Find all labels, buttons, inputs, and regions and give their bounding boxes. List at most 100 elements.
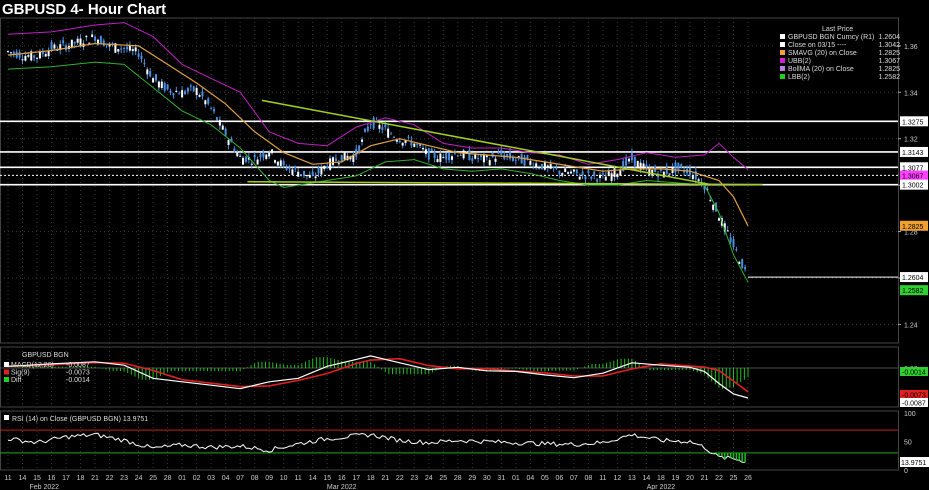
month-label: Feb 2022	[29, 484, 59, 490]
candle-body	[613, 168, 616, 177]
x-tick-label: 10	[280, 475, 288, 482]
candle-body	[227, 140, 230, 145]
candle-body	[395, 139, 398, 142]
candle-body	[215, 117, 218, 120]
legend-header: Last Price	[822, 26, 853, 33]
candle-body	[297, 171, 300, 177]
candle-body	[239, 155, 242, 157]
candle-body	[36, 57, 39, 59]
candle-body	[128, 45, 131, 51]
candle-body	[303, 170, 305, 176]
candle-body	[517, 156, 520, 158]
legend-item-label: SMAVG (20) on Close	[788, 50, 857, 57]
legend-item-value: 1.2604	[879, 34, 901, 41]
candle-body	[152, 78, 155, 83]
candle-body	[53, 44, 56, 49]
candle-body	[471, 158, 474, 161]
candle-body	[204, 100, 207, 105]
candle-body	[273, 160, 276, 163]
candle-body	[448, 153, 451, 161]
candle-body	[546, 165, 549, 168]
macd-line	[7, 355, 749, 399]
x-tick-label: 09	[265, 475, 273, 482]
price-tag-label: 1.3067	[902, 174, 924, 181]
candle-body	[175, 90, 178, 92]
candle-body	[308, 174, 311, 178]
candle-body	[381, 127, 384, 130]
x-tick-label: 21	[701, 475, 709, 482]
x-tick-label: 16	[48, 475, 56, 482]
candle-body	[166, 84, 169, 90]
candle-body	[186, 88, 189, 92]
candle-body	[271, 149, 274, 154]
candle-body	[224, 128, 227, 136]
candle-body	[21, 59, 24, 61]
x-tick-label: 05	[541, 475, 549, 482]
price-panel-frame	[0, 17, 899, 344]
candle-body	[680, 164, 683, 168]
legend-item-label: GBPUSD BGN Curncy (R1)	[788, 34, 874, 41]
x-tick-label: 14	[643, 475, 651, 482]
x-tick-label: 21	[91, 475, 99, 482]
x-tick-label: 08	[584, 475, 592, 482]
candle-body	[398, 140, 401, 143]
rsi-line	[7, 432, 746, 463]
rsi-panel	[0, 429, 898, 463]
candle-body	[387, 128, 390, 138]
x-tick-label: 14	[309, 475, 317, 482]
candle-body	[343, 152, 346, 160]
candle-body	[288, 166, 291, 170]
x-tick-label: 17	[352, 475, 360, 482]
candle-body	[584, 176, 587, 180]
candle-body	[268, 152, 271, 157]
month-label: Mar 2022	[327, 484, 357, 490]
candle-body	[337, 163, 340, 165]
x-tick-label: 30	[483, 475, 491, 482]
candle-body	[485, 155, 488, 158]
candle-body	[221, 125, 224, 130]
candle-body	[610, 173, 613, 181]
axes: 11 14 15 16 17 18 21 22 23 24 25 28 01 02 03 04 07 08 09 10…	[4, 44, 929, 490]
price-tag-label: 1.3002	[902, 183, 924, 190]
candle-body	[744, 267, 747, 270]
candle-body	[633, 156, 636, 166]
candle-body	[642, 163, 645, 170]
candle-body	[424, 149, 427, 155]
candle-body	[488, 160, 491, 166]
candle-body	[33, 55, 36, 58]
candle-body	[625, 157, 628, 166]
candle-body	[276, 161, 279, 166]
candle-body	[587, 170, 590, 173]
candle-body	[332, 157, 335, 166]
sma20-line	[7, 42, 749, 227]
trendline	[261, 99, 712, 186]
x-tick-label: 19	[672, 475, 680, 482]
candle-body	[439, 153, 442, 163]
macd-legend-swatch	[4, 369, 9, 375]
candle-body	[146, 69, 149, 75]
macd-legend-label: Diff	[11, 377, 21, 384]
macd-legend-value: -0.0087	[66, 362, 90, 369]
candle-body	[317, 167, 320, 174]
candle-body	[459, 154, 462, 156]
x-tick-label: 28	[454, 475, 462, 482]
candle-body	[218, 119, 221, 126]
x-tick-label: 25	[439, 475, 447, 482]
x-tick-label: 18	[657, 475, 665, 482]
candle-body	[549, 163, 552, 169]
candle-body	[645, 164, 648, 167]
candle-body	[140, 55, 143, 59]
candle-body	[445, 153, 448, 160]
candle-body	[477, 158, 480, 160]
candle-body	[372, 117, 375, 129]
x-tick-label: 29	[468, 475, 476, 482]
candle-body	[567, 172, 570, 174]
candle-body	[314, 176, 317, 179]
candle-body	[494, 158, 497, 162]
candle-body	[532, 165, 535, 168]
rsi-tag-label: 13.9751	[901, 460, 926, 467]
y-tick-label: 1.24	[904, 322, 918, 329]
candle-body	[76, 38, 79, 43]
candle-body	[407, 136, 410, 138]
candle-body	[726, 230, 729, 232]
